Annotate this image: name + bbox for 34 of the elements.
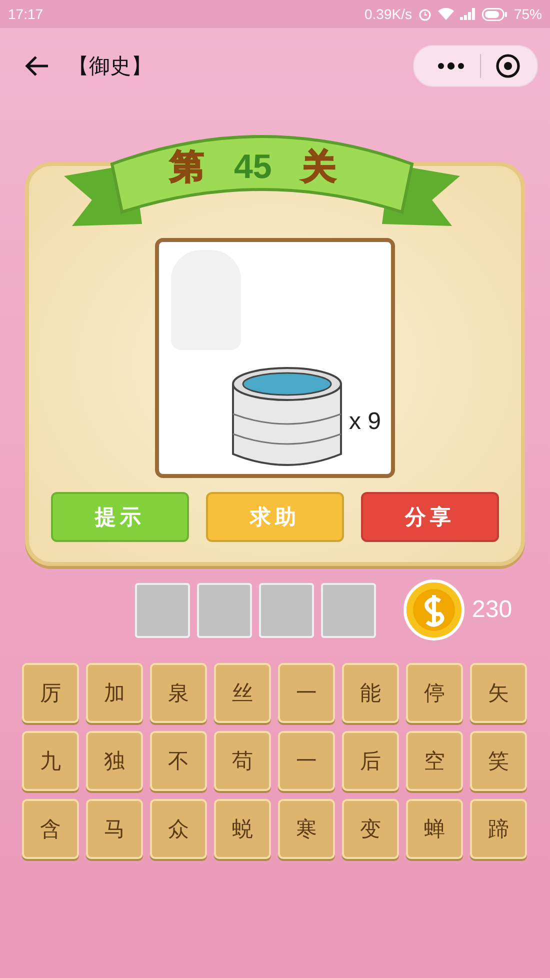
letter-tile[interactable]: 丝 [214,663,271,723]
letter-tile[interactable]: 一 [278,663,335,723]
letter-tile[interactable]: 笑 [470,731,527,791]
letter-tile[interactable]: 九 [22,731,79,791]
letter-tile[interactable]: 停 [406,663,463,723]
letter-tile[interactable]: 加 [86,663,143,723]
level-number: 45 [234,148,272,186]
letter-tile[interactable]: 一 [278,731,335,791]
network-speed: 0.39K/s [364,6,412,22]
letter-tile[interactable]: 蜕 [214,799,271,859]
letter-tile[interactable]: 矢 [470,663,527,723]
level-prefix: 第 [170,146,204,189]
letter-tile[interactable]: 蹄 [470,799,527,859]
action-button[interactable]: 分享 [361,492,499,542]
letter-tile[interactable]: 厉 [22,663,79,723]
level-suffix: 关 [302,146,336,189]
coin-count: 230 [472,596,512,624]
status-time: 17:17 [8,6,44,22]
letter-tile[interactable]: 不 [150,731,207,791]
letter-tile[interactable]: 苟 [214,731,271,791]
battery-percent: 75% [514,6,542,22]
letter-tile[interactable]: 马 [86,799,143,859]
letter-tile[interactable]: 寒 [278,799,335,859]
letter-tile[interactable]: 泉 [150,663,207,723]
letter-tile[interactable]: 能 [342,663,399,723]
letter-tile[interactable]: 蝉 [406,799,463,859]
letter-tile[interactable]: 空 [406,731,463,791]
multiplier-text: x 9 [348,408,381,436]
letter-tile[interactable]: 独 [86,731,143,791]
letter-tile[interactable]: 后 [342,731,399,791]
page-title: 【御史】 [68,53,153,80]
letter-tile[interactable]: 变 [342,799,399,859]
letter-tile[interactable]: 众 [150,799,207,859]
letter-tile[interactable]: 含 [22,799,79,859]
